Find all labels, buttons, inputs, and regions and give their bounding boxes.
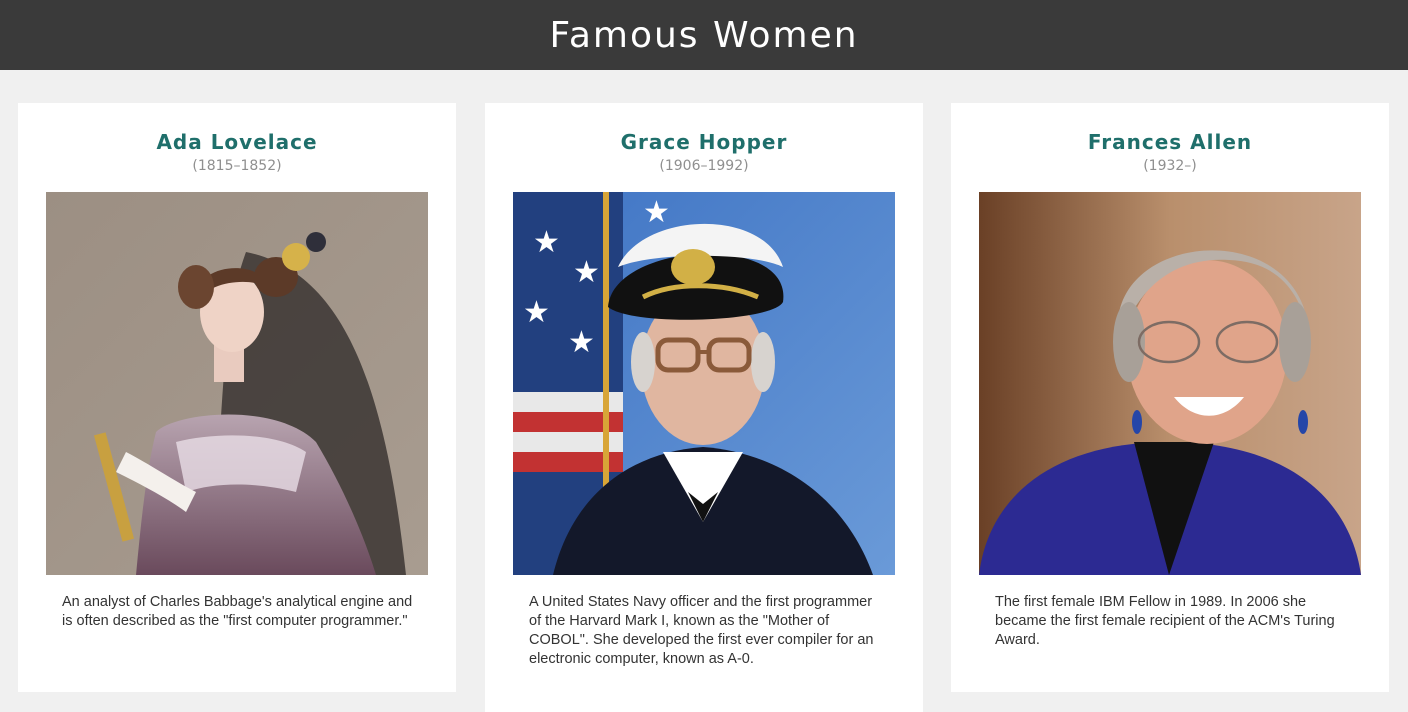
- card-name: Frances Allen: [1087, 130, 1253, 154]
- page-title: Famous Women: [549, 14, 859, 56]
- profile-card-ada-lovelace: Ada Lovelace (1815–1852) An analyst of C…: [18, 103, 456, 692]
- card-name: Grace Hopper: [620, 130, 788, 154]
- svg-text:★: ★: [523, 295, 550, 330]
- svg-text:★: ★: [573, 255, 600, 290]
- card-name: Ada Lovelace: [156, 130, 318, 154]
- profile-card-grace-hopper: Grace Hopper (1906–1992) ★ ★ ★ ★ ★ A Uni…: [485, 103, 923, 712]
- card-description: The first female IBM Fellow in 1989. In …: [995, 594, 1335, 648]
- portrait-image: ★ ★ ★ ★ ★: [513, 192, 895, 575]
- svg-text:★: ★: [533, 225, 560, 260]
- portrait-image: [46, 192, 428, 575]
- card-description: A United States Navy officer and the fir…: [529, 594, 874, 667]
- card-dates: (1906–1992): [659, 158, 749, 174]
- card-dates: (1815–1852): [192, 158, 282, 174]
- profile-card-frances-allen: Frances Allen (1932–) The first female I…: [951, 103, 1389, 692]
- page-header: Famous Women: [0, 0, 1408, 70]
- svg-text:★: ★: [643, 195, 670, 230]
- portrait-image: [979, 192, 1361, 575]
- svg-text:★: ★: [568, 325, 595, 360]
- card-description: An analyst of Charles Babbage's analytic…: [62, 594, 413, 629]
- card-dates: (1932–): [1143, 158, 1197, 174]
